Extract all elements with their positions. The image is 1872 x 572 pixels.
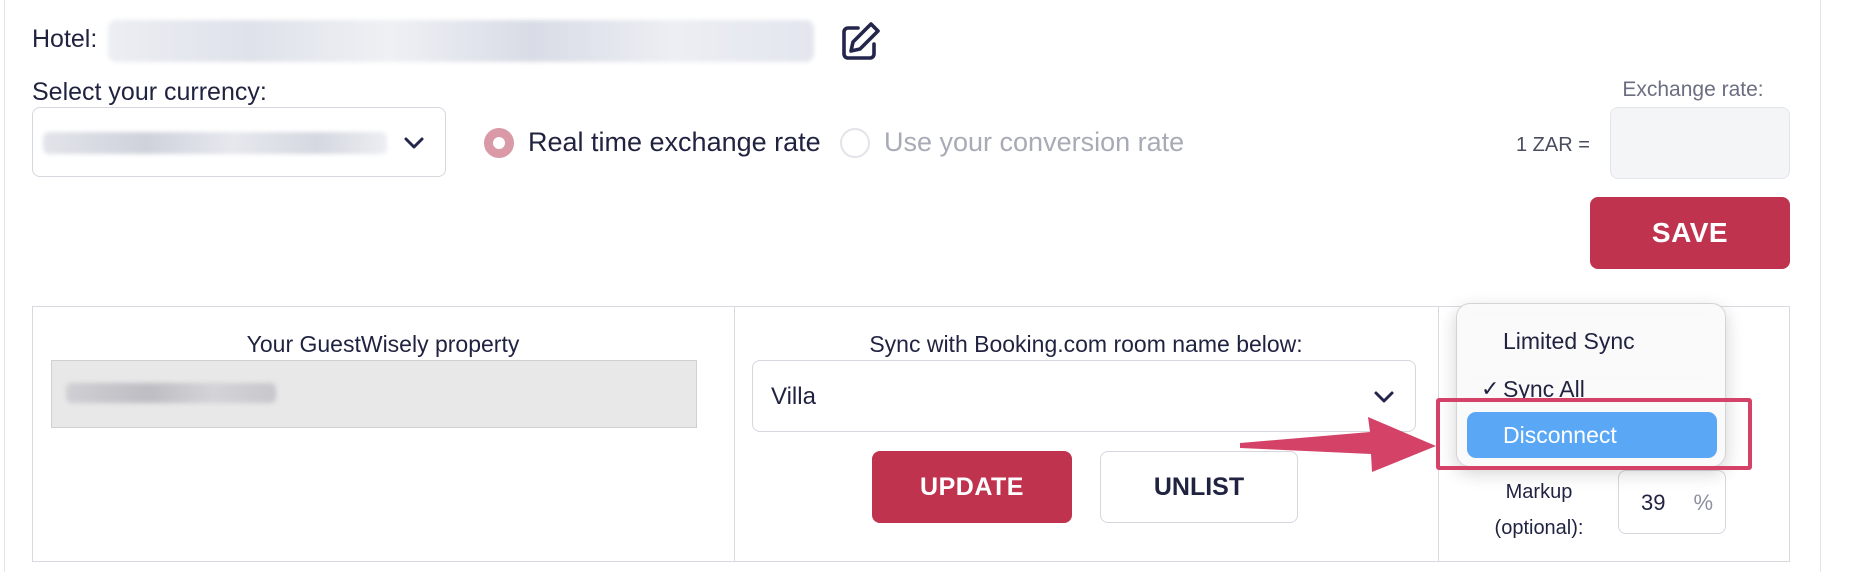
annotation-arrow-icon: [1240, 417, 1436, 472]
menu-item-label: Limited Sync: [1503, 328, 1635, 354]
base-rate-prefix: 1 ZAR =: [1516, 134, 1590, 156]
radio-selected-indicator: [484, 127, 514, 158]
exchange-rate-input[interactable]: [1610, 107, 1790, 179]
property-column-title: Your GuestWisely property: [246, 331, 520, 357]
radio-own-conversion-rate[interactable]: Use your conversion rate: [840, 127, 1184, 158]
radio-own-rate-label: Use your conversion rate: [884, 127, 1185, 157]
currency-value-redacted: [43, 132, 387, 154]
frame-border-left: [4, 0, 5, 572]
sync-column-title: Sync with Booking.com room name below:: [869, 331, 1303, 357]
update-button[interactable]: UPDATE: [872, 451, 1072, 523]
exchange-rate-label: Exchange rate:: [1622, 78, 1764, 101]
property-name-field: [51, 360, 697, 428]
save-button[interactable]: SAVE: [1590, 197, 1790, 269]
booking-room-value: Villa: [771, 383, 816, 410]
markup-unit: %: [1693, 490, 1713, 515]
annotation-highlight-box: [1436, 398, 1752, 470]
currency-label: Select your currency:: [32, 78, 267, 106]
edit-hotel-button[interactable]: [836, 18, 884, 66]
menu-item-limited-sync[interactable]: Limited Sync: [1467, 318, 1717, 364]
radio-unselected-indicator: [840, 127, 870, 158]
markup-input[interactable]: 39 %: [1618, 470, 1726, 534]
currency-select[interactable]: [32, 107, 446, 177]
property-name-redacted: [66, 383, 276, 403]
markup-value: 39: [1641, 490, 1666, 515]
hotel-name-redacted: [108, 20, 814, 62]
frame-border-right: [1820, 0, 1821, 572]
hotel-label: Hotel:: [32, 25, 98, 53]
markup-label: Markup (optional):: [1484, 474, 1594, 546]
markup-label-line1: Markup: [1505, 481, 1573, 503]
radio-real-time-rate[interactable]: Real time exchange rate: [484, 127, 821, 158]
radio-real-time-label: Real time exchange rate: [528, 127, 821, 157]
edit-icon: [842, 22, 880, 60]
chevron-down-icon: [404, 137, 424, 149]
markup-label-line2: (optional):: [1494, 517, 1584, 539]
